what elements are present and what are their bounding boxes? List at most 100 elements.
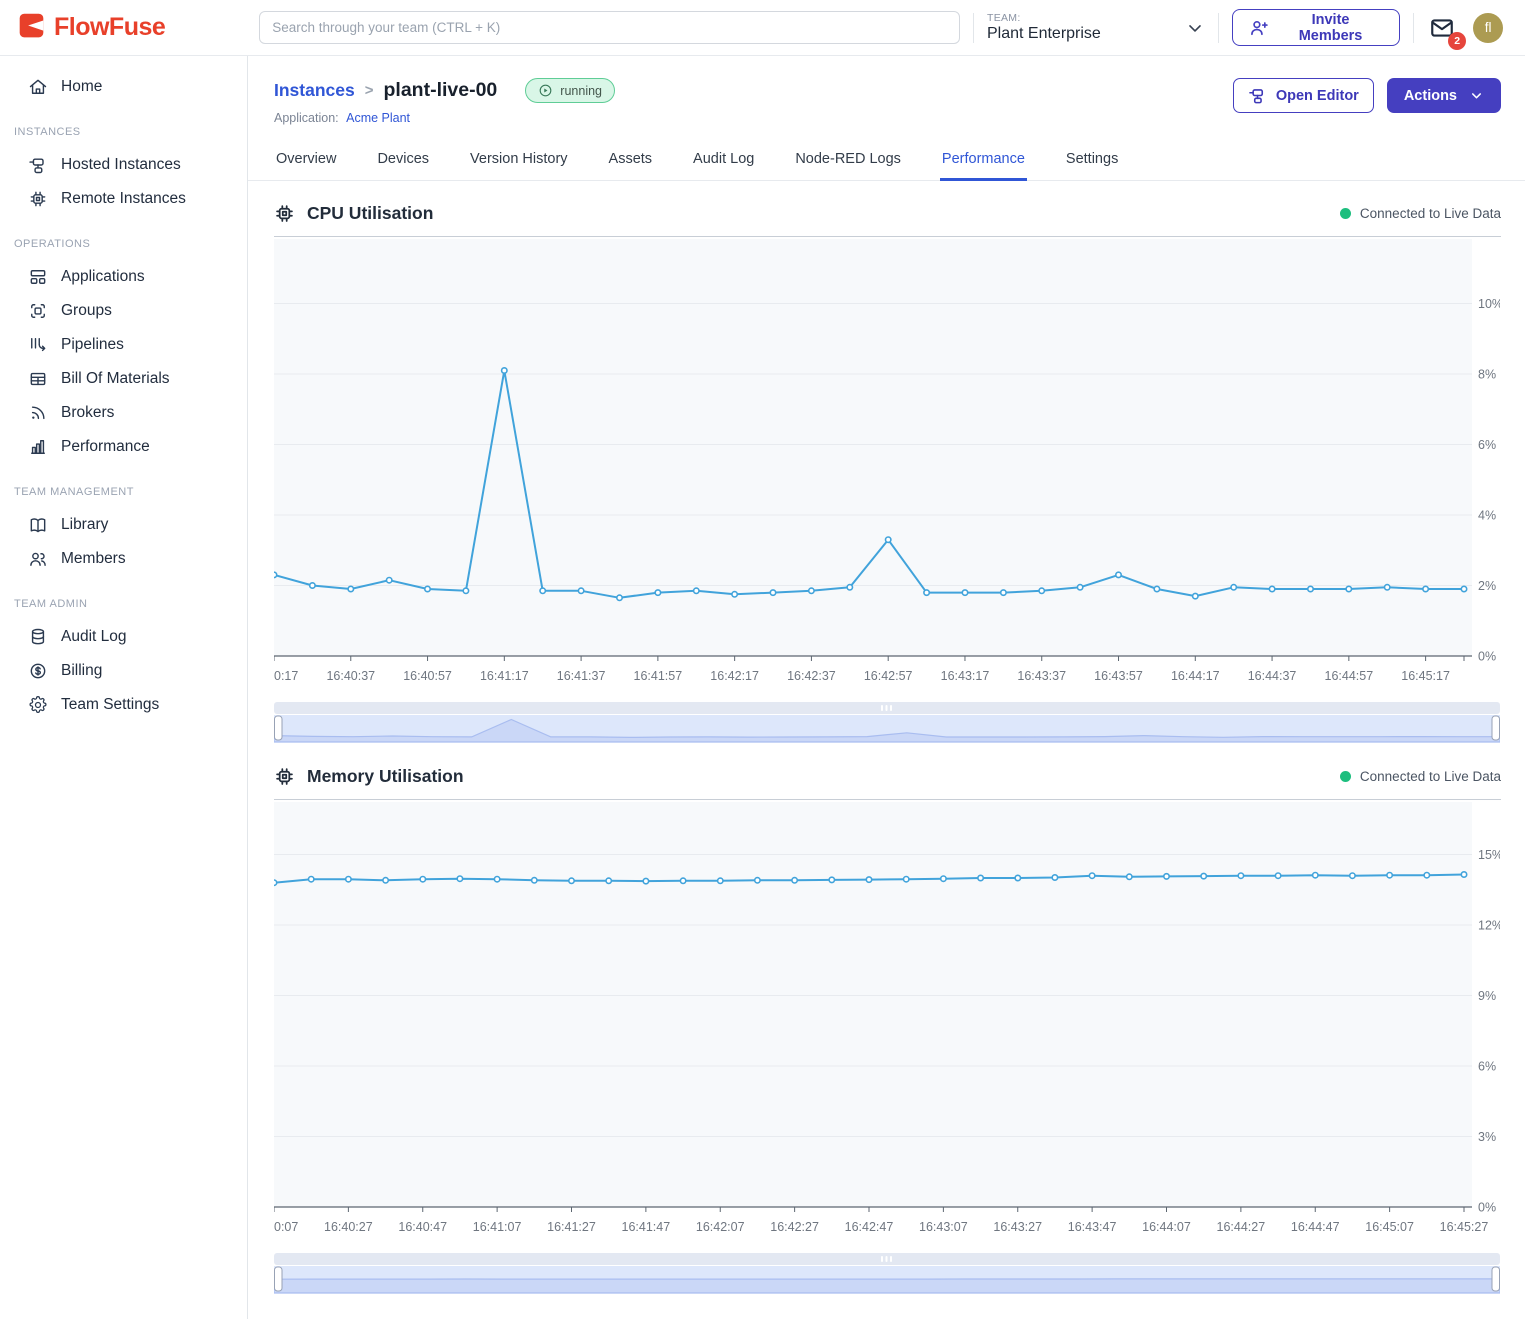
svg-text:16:44:17: 16:44:17	[1171, 669, 1220, 683]
users-icon	[28, 549, 48, 569]
tab-performance[interactable]: Performance	[940, 142, 1027, 181]
svg-text:16:45:17: 16:45:17	[1401, 669, 1450, 683]
flowfuse-logo[interactable]: FlowFuse	[0, 12, 247, 44]
team-name: Plant Enterprise	[987, 25, 1101, 43]
notification-count-badge: 2	[1448, 32, 1466, 50]
sidebar-item-billing[interactable]: Billing	[0, 654, 247, 688]
memory-utilisation-section: Memory Utilisation Connected to Live Dat…	[248, 749, 1525, 1295]
sidebar-item-team-settings[interactable]: Team Settings	[0, 688, 247, 722]
gear-icon	[28, 695, 48, 715]
memory-chart-range-slider[interactable]	[274, 1253, 1500, 1295]
sidebar-item-label: Home	[61, 78, 102, 96]
sidebar-item-home[interactable]: Home	[0, 70, 247, 104]
book-icon	[28, 515, 48, 535]
svg-text:4%: 4%	[1478, 509, 1496, 523]
svg-text:16:43:47: 16:43:47	[1068, 1220, 1117, 1234]
cpu-utilisation-chart: 0%2%4%6%8%10%0:1716:40:3716:40:5716:41:1…	[274, 239, 1500, 686]
svg-text:16:40:27: 16:40:27	[324, 1220, 373, 1234]
actions-label: Actions	[1404, 88, 1457, 104]
svg-text:16:40:57: 16:40:57	[403, 669, 452, 683]
sidebar-section-team-management: TEAM MANAGEMENT	[0, 464, 247, 508]
sidebar-item-remote-instances[interactable]: Remote Instances	[0, 182, 247, 216]
svg-text:15%: 15%	[1478, 848, 1500, 862]
tab-devices[interactable]: Devices	[375, 142, 431, 181]
sidebar-item-audit-log[interactable]: Audit Log	[0, 620, 247, 654]
svg-text:2%: 2%	[1478, 579, 1496, 593]
notifications-button[interactable]: 2	[1427, 13, 1457, 43]
sidebar-item-groups[interactable]: Groups	[0, 294, 247, 328]
dollar-icon	[28, 661, 48, 681]
svg-text:16:42:57: 16:42:57	[864, 669, 913, 683]
svg-text:16:44:47: 16:44:47	[1291, 1220, 1340, 1234]
svg-text:16:41:17: 16:41:17	[480, 669, 529, 683]
applications-icon	[28, 267, 48, 287]
svg-text:16:41:57: 16:41:57	[634, 669, 683, 683]
sidebar-item-label: Hosted Instances	[61, 156, 181, 174]
sidebar-item-library[interactable]: Library	[0, 508, 247, 542]
sidebar-section-operations: OPERATIONS	[0, 216, 247, 260]
svg-text:16:41:37: 16:41:37	[557, 669, 606, 683]
sidebar-item-label: Billing	[61, 662, 102, 680]
section-title-cpu: CPU Utilisation	[307, 203, 433, 224]
team-label: TEAM:	[987, 12, 1101, 24]
person-plus-icon	[1249, 18, 1269, 38]
svg-text:6%: 6%	[1478, 438, 1496, 452]
sidebar-item-label: Pipelines	[61, 336, 124, 354]
breadcrumb-instances-link[interactable]: Instances	[274, 80, 355, 101]
status-badge: running	[525, 78, 615, 103]
sidebar-section-instances: INSTANCES	[0, 104, 247, 148]
sidebar-item-hosted-instances[interactable]: Hosted Instances	[0, 148, 247, 182]
tab-audit-log[interactable]: Audit Log	[691, 142, 756, 181]
sidebar-item-applications[interactable]: Applications	[0, 260, 247, 294]
svg-text:16:43:27: 16:43:27	[993, 1220, 1042, 1234]
team-selector[interactable]: TEAM: Plant Enterprise	[987, 12, 1205, 43]
tab-overview[interactable]: Overview	[274, 142, 338, 181]
sidebar-item-label: Audit Log	[61, 628, 127, 646]
sidebar-item-performance[interactable]: Performance	[0, 430, 247, 464]
node-icon	[28, 155, 48, 175]
tab-version-history[interactable]: Version History	[468, 142, 570, 181]
svg-text:6%: 6%	[1478, 1060, 1496, 1074]
svg-text:16:41:07: 16:41:07	[473, 1220, 522, 1234]
chevron-down-icon	[1185, 18, 1205, 38]
avatar[interactable]: fl	[1473, 13, 1503, 43]
search-input[interactable]	[259, 11, 960, 44]
svg-text:16:42:07: 16:42:07	[696, 1220, 745, 1234]
invite-members-button[interactable]: Invite Members	[1232, 9, 1400, 46]
top-header: FlowFuse TEAM: Plant Enterprise Invite M…	[0, 0, 1525, 56]
application-link[interactable]: Acme Plant	[346, 111, 410, 125]
svg-text:16:44:57: 16:44:57	[1325, 669, 1374, 683]
cpu-chart-range-slider[interactable]	[274, 702, 1500, 744]
avatar-initials: fl	[1485, 20, 1492, 35]
tab-assets[interactable]: Assets	[607, 142, 655, 181]
sidebar-item-label: Groups	[61, 302, 112, 320]
open-editor-button[interactable]: Open Editor	[1233, 78, 1374, 113]
breadcrumb-separator: >	[365, 82, 374, 99]
live-status-label: Connected to Live Data	[1360, 769, 1501, 784]
svg-text:16:43:07: 16:43:07	[919, 1220, 968, 1234]
sidebar-item-pipelines[interactable]: Pipelines	[0, 328, 247, 362]
table-icon	[28, 369, 48, 389]
invite-members-label: Invite Members	[1278, 12, 1383, 44]
svg-text:10%: 10%	[1478, 297, 1500, 311]
svg-text:16:42:17: 16:42:17	[710, 669, 759, 683]
chevron-down-icon	[1469, 88, 1484, 103]
bar-chart-icon	[28, 437, 48, 457]
tab-node-red-logs[interactable]: Node-RED Logs	[793, 142, 903, 181]
live-data-status: Connected to Live Data	[1340, 206, 1501, 221]
status-badge-label: running	[560, 84, 602, 98]
memory-utilisation-chart: 0%3%6%9%12%15%0:0716:40:2716:40:4716:41:…	[274, 802, 1500, 1237]
live-status-dot-icon	[1340, 771, 1351, 782]
svg-text:0%: 0%	[1478, 1201, 1496, 1215]
svg-text:16:44:07: 16:44:07	[1142, 1220, 1191, 1234]
sidebar-item-bill-of-materials[interactable]: Bill Of Materials	[0, 362, 247, 396]
sidebar-item-members[interactable]: Members	[0, 542, 247, 576]
section-title-memory: Memory Utilisation	[307, 766, 464, 787]
memory-chip-icon	[274, 766, 295, 787]
actions-button[interactable]: Actions	[1387, 78, 1501, 113]
tab-settings[interactable]: Settings	[1064, 142, 1120, 181]
live-status-dot-icon	[1340, 208, 1351, 219]
sidebar-item-brokers[interactable]: Brokers	[0, 396, 247, 430]
svg-text:9%: 9%	[1478, 989, 1496, 1003]
divider	[1413, 13, 1414, 43]
